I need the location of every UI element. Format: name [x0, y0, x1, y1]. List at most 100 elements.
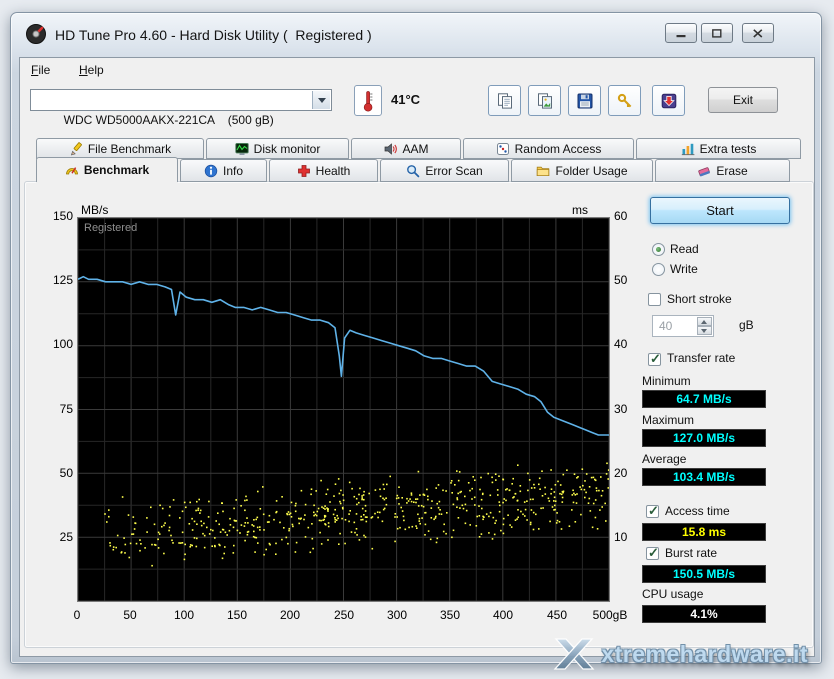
- tab-row-secondary: File Benchmark Disk monitor AAM Random Acce…: [36, 138, 803, 159]
- menu-help[interactable]: Help: [72, 60, 111, 80]
- tab-label: File Benchmark: [87, 141, 172, 156]
- drive-selector-value: WDC WD5000AAKX-221CA (500 gB): [63, 113, 274, 127]
- close-icon: [753, 28, 763, 38]
- tab-file-benchmark[interactable]: File Benchmark: [36, 138, 204, 159]
- minimize-button[interactable]: [665, 23, 697, 43]
- access-time-checkbox[interactable]: [646, 503, 659, 519]
- minimum-value: 64.7 MB/s: [642, 390, 766, 408]
- read-radio[interactable]: [652, 243, 665, 256]
- tab-disk-monitor[interactable]: Disk monitor: [206, 138, 349, 159]
- xtremehardware-x-icon: [553, 638, 595, 670]
- tab-extra-tests[interactable]: Extra tests: [636, 138, 801, 159]
- x-axis-tick: 100: [173, 608, 195, 622]
- copy-text-button[interactable]: [488, 85, 521, 116]
- exit-button-label: Exit: [732, 93, 753, 107]
- start-button[interactable]: Start: [650, 197, 790, 224]
- read-radio-label: Read: [670, 242, 699, 256]
- maximize-button[interactable]: [701, 23, 733, 43]
- short-stroke-spinner[interactable]: 40: [652, 315, 714, 337]
- cpu-usage-value: 4.1%: [642, 605, 766, 623]
- window-title: HD Tune Pro 4.60 - Hard Disk Utility ( R…: [55, 27, 372, 43]
- copy-image-icon: [537, 92, 552, 109]
- thermometer-icon: [363, 90, 373, 112]
- tab-erase[interactable]: Erase: [655, 159, 790, 182]
- minimum-label: Minimum: [642, 374, 691, 388]
- exit-button[interactable]: Exit: [708, 87, 778, 113]
- transfer-rate-checkbox[interactable]: [648, 351, 661, 367]
- benchmark-plot-canvas: [78, 218, 609, 601]
- info-icon: [204, 164, 218, 178]
- tab-folder-usage[interactable]: Folder Usage: [511, 159, 653, 182]
- drive-selector-dropdown[interactable]: WDC WD5000AAKX-221CA (500 gB): [30, 89, 332, 127]
- watermark-text: xtremehardware.it: [601, 640, 808, 667]
- benchmark-icon: [65, 163, 79, 177]
- y-right-unit: ms: [572, 203, 588, 217]
- tab-label: Disk monitor: [253, 141, 321, 156]
- minimize-icon: [676, 34, 686, 37]
- extra-tests-icon: [681, 142, 695, 156]
- tab-label: Health: [315, 163, 351, 178]
- random-access-icon: [496, 142, 510, 156]
- tab-label: AAM: [402, 141, 429, 156]
- spinner-up-icon[interactable]: [697, 317, 712, 326]
- tab-benchmark[interactable]: Benchmark: [36, 157, 178, 182]
- burst-rate-label: Burst rate: [665, 546, 718, 560]
- site-watermark: xtremehardware.it: [553, 637, 808, 671]
- burst-rate-value: 150.5 MB/s: [642, 565, 766, 583]
- short-stroke-label: Short stroke: [667, 292, 732, 306]
- tab-label: Folder Usage: [555, 163, 628, 178]
- y-right-tick: 60: [614, 209, 628, 223]
- y-right-tick: 50: [614, 273, 628, 288]
- x-axis-tick: 400: [492, 608, 514, 622]
- titlebar[interactable]: HD Tune Pro 4.60 - Hard Disk Utility ( R…: [11, 13, 821, 57]
- y-left-tick: 125: [52, 273, 73, 288]
- registration-key-button[interactable]: [608, 85, 641, 116]
- tab-aam[interactable]: AAM: [351, 138, 461, 159]
- x-axis-tick: 300: [386, 608, 408, 622]
- tab-label: Random Access: [514, 141, 602, 156]
- tab-label: Erase: [716, 163, 748, 178]
- x-axis-tick: 250: [333, 608, 355, 622]
- tab-random-access[interactable]: Random Access: [463, 138, 634, 159]
- y-left-tick: 100: [52, 337, 73, 352]
- copy-screenshot-button[interactable]: [528, 85, 561, 116]
- y-right-tick: 40: [614, 337, 628, 352]
- temperature-button[interactable]: [354, 85, 382, 116]
- tab-row-primary: Benchmark Info Health Error Scan Folder Usag…: [36, 157, 792, 182]
- app-logo-icon: [25, 23, 47, 45]
- access-time-value: 15.8 ms: [642, 523, 766, 541]
- health-icon: [297, 164, 311, 178]
- tab-label: Info: [222, 163, 243, 178]
- transfer-rate-label: Transfer rate: [667, 351, 736, 365]
- x-axis-tick: 350: [439, 608, 461, 622]
- short-stroke-checkbox[interactable]: [648, 293, 661, 306]
- tab-health[interactable]: Health: [269, 159, 378, 182]
- menu-file[interactable]: File: [24, 60, 57, 80]
- tab-error-scan[interactable]: Error Scan: [380, 159, 509, 182]
- x-axis-tick: 0: [73, 608, 81, 622]
- disk-monitor-icon: [235, 142, 249, 156]
- check-updates-button[interactable]: [652, 85, 685, 116]
- maximum-value: 127.0 MB/s: [642, 429, 766, 447]
- key-icon: [617, 93, 631, 107]
- y-left-tick: 50: [59, 465, 73, 480]
- aam-icon: [383, 142, 398, 156]
- y-right-tick: 30: [614, 401, 628, 416]
- spinner-down-icon[interactable]: [697, 326, 712, 335]
- burst-rate-checkbox[interactable]: [646, 545, 659, 561]
- save-icon: [577, 93, 592, 108]
- folder-usage-icon: [536, 164, 550, 178]
- x-axis-tick: 150: [226, 608, 248, 622]
- y-left-tick: 150: [52, 209, 73, 223]
- tab-info[interactable]: Info: [180, 159, 267, 182]
- tab-label: Benchmark: [83, 163, 150, 177]
- plot-watermark: Registered: [84, 222, 138, 234]
- write-radio[interactable]: [652, 263, 665, 276]
- average-label: Average: [642, 452, 687, 466]
- close-button[interactable]: [742, 23, 774, 43]
- x-axis-tick: 500gB: [592, 608, 628, 622]
- average-value: 103.4 MB/s: [642, 468, 766, 486]
- tab-label: Extra tests: [699, 141, 757, 156]
- chevron-down-icon[interactable]: [312, 91, 330, 109]
- save-screenshot-button[interactable]: [568, 85, 601, 116]
